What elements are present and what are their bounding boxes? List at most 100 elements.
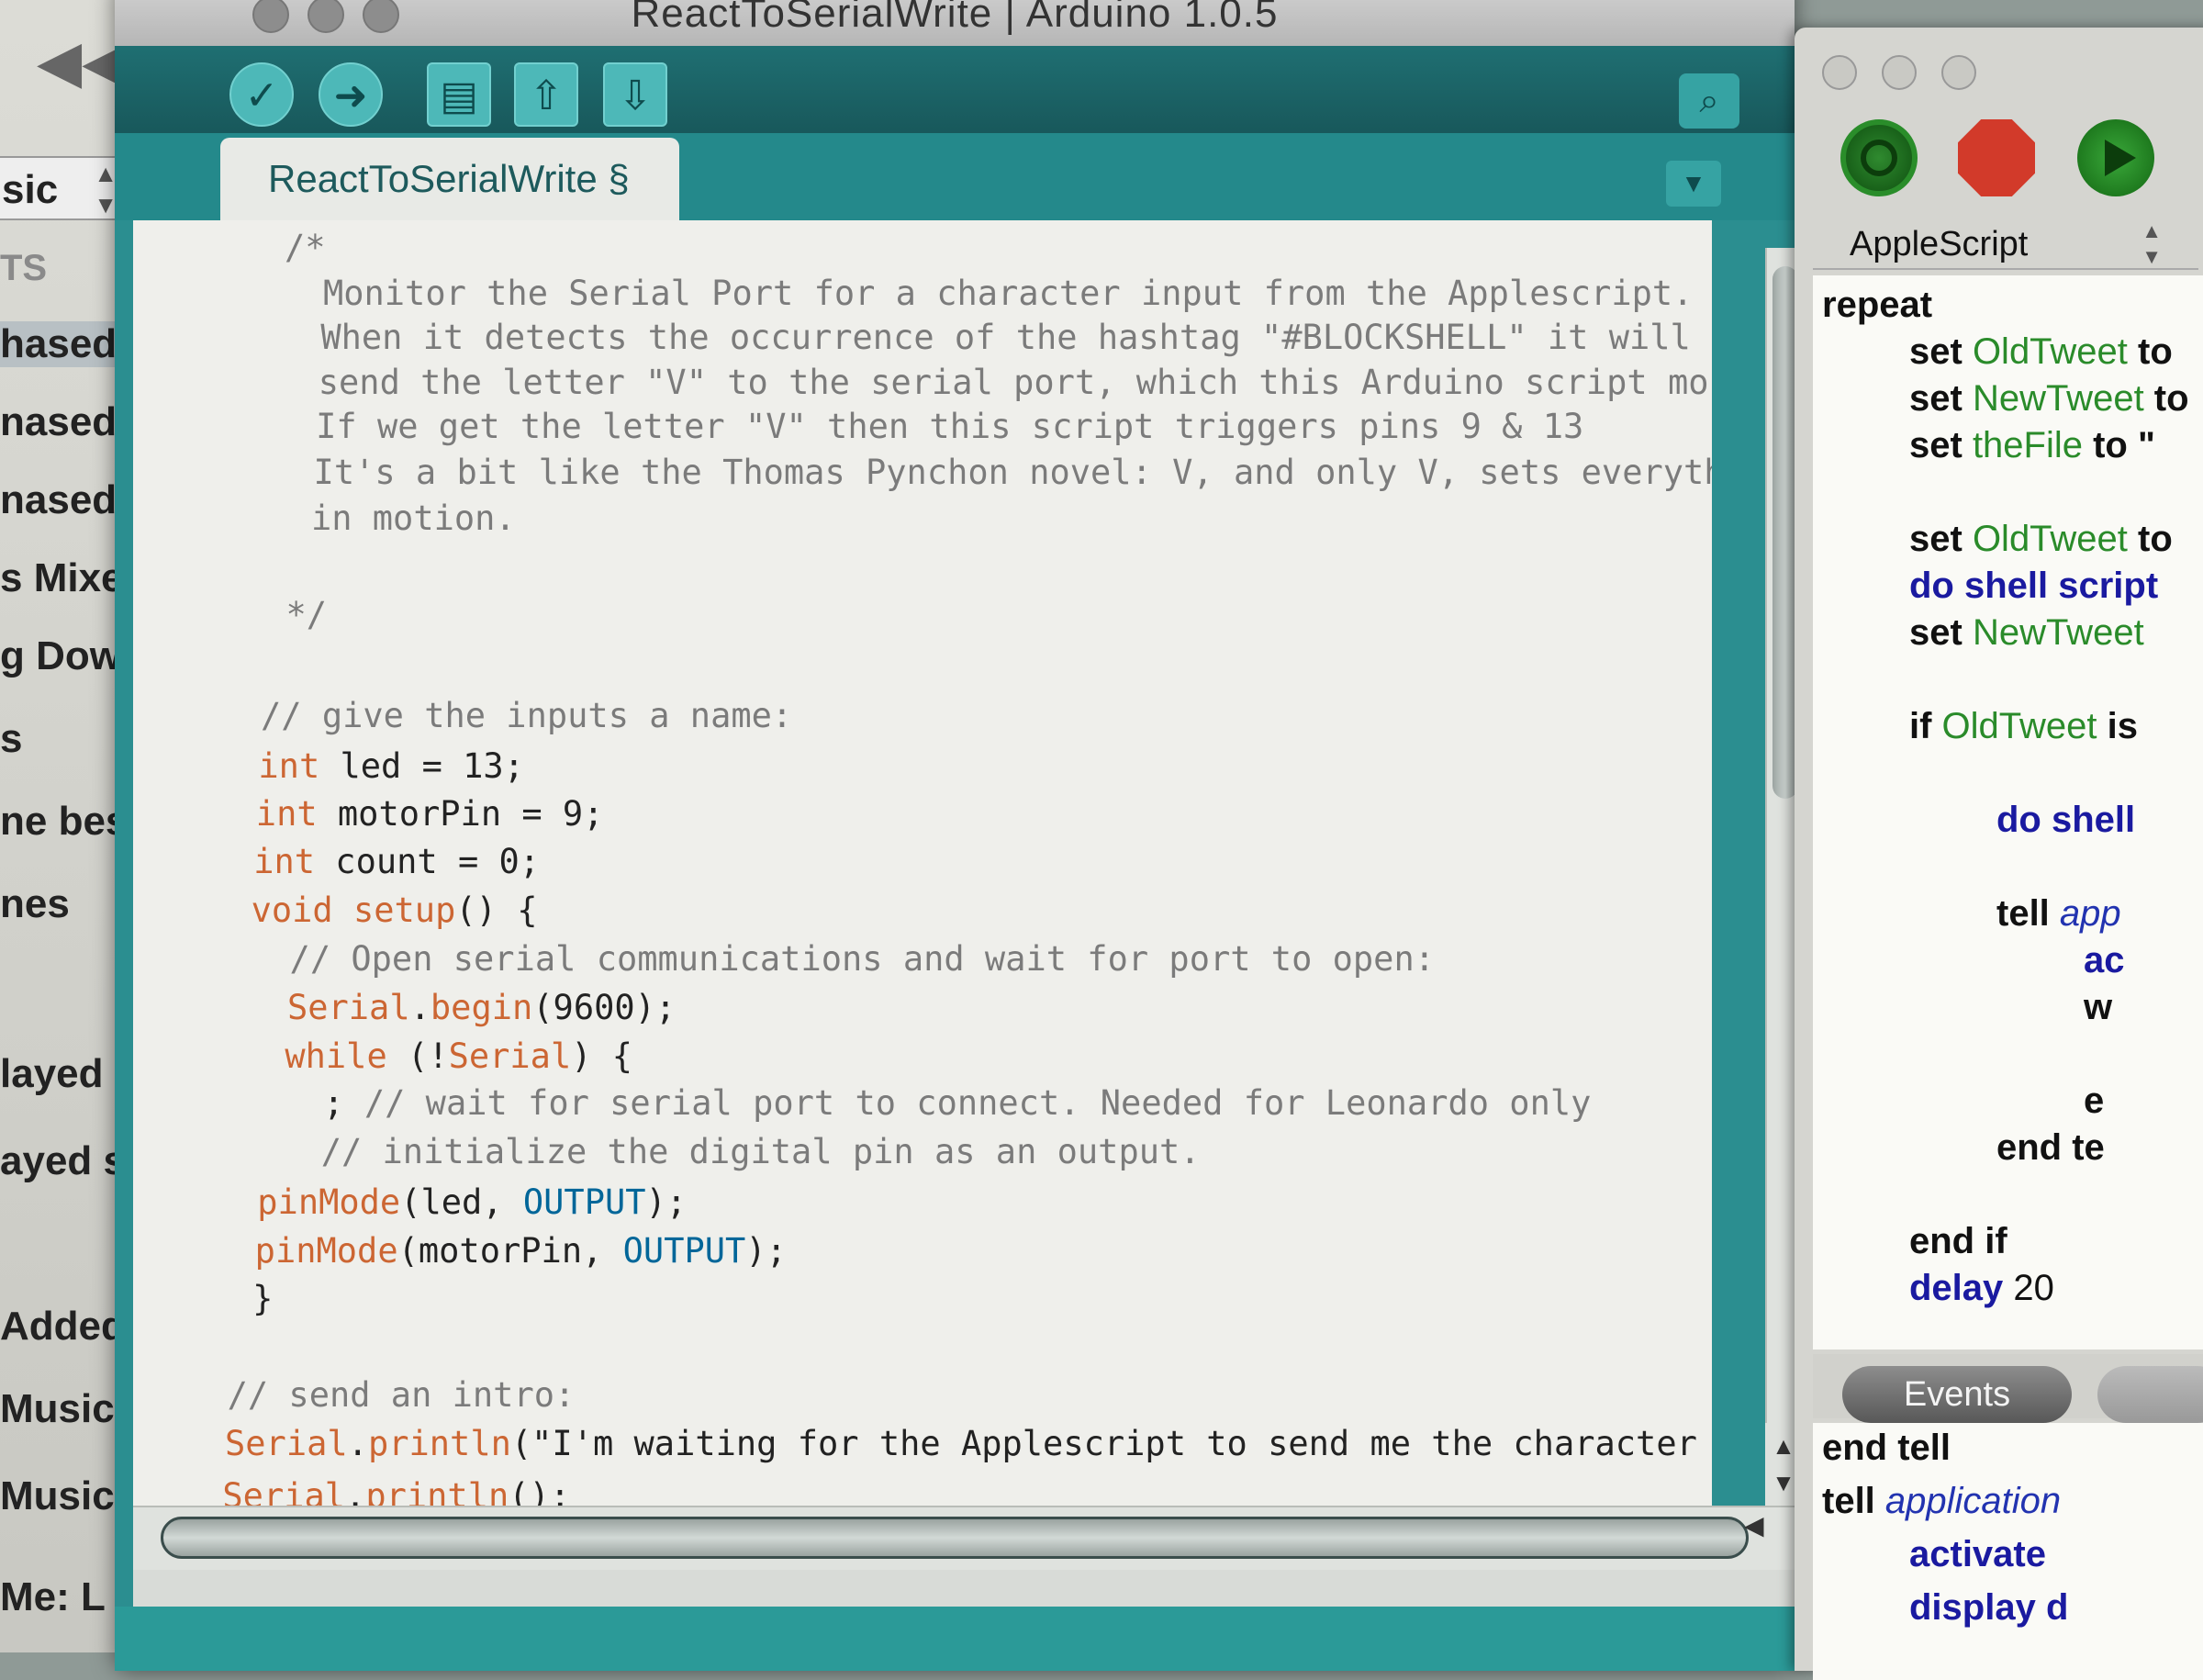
code-line: int count = 0; <box>253 839 540 885</box>
playlist-item[interactable]: Me: L <box>0 1574 106 1620</box>
sketch-tabbar: ReactToSerialWrite § ▼ <box>115 133 1795 220</box>
tab-react-to-serial-write[interactable]: ReactToSerialWrite § <box>220 138 679 220</box>
code-token: while <box>285 1036 387 1076</box>
script-token: set <box>1909 612 1973 653</box>
script-token: OldTweet <box>1941 706 2097 746</box>
code-line: // initialize the digital pin as an outp… <box>239 1132 1201 1171</box>
script-token: app <box>2059 893 2121 934</box>
script-line: do shell <box>1996 800 2135 841</box>
script-token: set <box>1909 378 1973 419</box>
code-token: OUTPUT <box>622 1231 746 1271</box>
tab-events[interactable]: Events <box>1842 1366 2072 1423</box>
script-line: delay 20 <box>1909 1268 2054 1309</box>
playlist-item[interactable]: Music <box>0 1473 115 1519</box>
code-token: println <box>365 1476 509 1506</box>
code-token: (); <box>509 1476 571 1506</box>
code-token: () { <box>455 890 538 930</box>
playlist-item[interactable]: Music <box>0 1386 115 1432</box>
playlist-item[interactable]: nes <box>0 881 70 927</box>
upload-button[interactable]: ➜ <box>319 62 383 127</box>
script-token: e <box>2084 1081 2105 1121</box>
code-token: led = 13; <box>319 746 524 786</box>
code-token: pinMode <box>254 1231 398 1271</box>
horizontal-scrollbar[interactable] <box>133 1506 1813 1572</box>
code-line: Serial.println(); <box>222 1473 570 1506</box>
script-token: set <box>1909 425 1973 465</box>
code-token: int <box>255 794 318 834</box>
script-line: activate <box>1909 1534 2046 1575</box>
script-line: display d <box>1909 1587 2068 1629</box>
code-token: ); <box>645 1182 688 1222</box>
run-button[interactable] <box>2077 119 2154 196</box>
code-line: If we get the letter "V" then this scrip… <box>274 407 1584 446</box>
verify-button[interactable]: ✓ <box>229 62 294 127</box>
script-line: set OldTweet to <box>1909 519 2173 560</box>
script-line: set NewTweet <box>1909 612 2144 654</box>
script-token: is <box>2097 706 2138 746</box>
console-splitter[interactable] <box>133 1570 1813 1607</box>
record-button[interactable] <box>1840 119 1918 196</box>
script-line: end te <box>1996 1127 2105 1169</box>
applescript-script-editor[interactable]: repeat set OldTweet to set NewTweet to set … <box>1813 275 2203 1350</box>
code-token: void <box>251 890 333 930</box>
script-token: set <box>1909 519 1973 559</box>
status-bar <box>115 1607 1795 1671</box>
code-token: . <box>409 988 431 1027</box>
script-line: end tell <box>1822 1428 1951 1469</box>
code-line: Serial.println("I'm waiting for the Appl… <box>225 1421 1712 1467</box>
playlist-item[interactable]: Added <box>0 1304 126 1350</box>
zoom-window-icon[interactable] <box>1941 55 1976 90</box>
script-token: end if <box>1909 1221 2007 1261</box>
code-token: // wait for serial port to connect. Need… <box>363 1083 1592 1123</box>
arduino-toolbar: ✓ ➜ ▤ ⇧ ⇩ ⌕ <box>115 46 1795 133</box>
script-line: end if <box>1909 1221 2007 1262</box>
tab-replies[interactable] <box>2097 1366 2203 1423</box>
script-token: 20 <box>2003 1268 2054 1308</box>
code-token: int <box>258 746 320 786</box>
script-token: OldTweet <box>1972 519 2128 559</box>
code-token: Serial <box>286 988 410 1027</box>
open-sketch-button[interactable]: ⇧ <box>514 62 578 127</box>
rewind-icon[interactable]: ◀◀ <box>37 28 127 96</box>
script-line: e <box>2084 1081 2104 1122</box>
script-token: repeat <box>1822 285 1933 325</box>
script-token: do shell <box>1996 800 2136 840</box>
code-token: println <box>367 1424 511 1463</box>
code-line: ; // wait for serial port to connect. Ne… <box>241 1081 1591 1126</box>
code-token: Serial <box>222 1476 346 1506</box>
code-line: void setup() { <box>252 888 538 934</box>
close-window-icon[interactable] <box>1822 55 1857 90</box>
arduino-titlebar[interactable]: ReactToSerialWrite | Arduino 1.0.5 <box>115 0 1795 46</box>
event-log: end tell tell application activate display … <box>1813 1423 2203 1680</box>
code-line: int led = 13; <box>258 744 524 790</box>
code-token: (9600); <box>532 988 677 1027</box>
tab-menu-icon[interactable]: ▼ <box>1666 161 1721 207</box>
code-token: . <box>345 1476 366 1506</box>
minimize-window-icon[interactable] <box>1882 55 1917 90</box>
code-editor[interactable]: /* Monitor the Serial Port for a charact… <box>133 220 1712 1506</box>
stop-button[interactable] <box>1958 119 2035 196</box>
horizontal-scroll-thumb[interactable] <box>161 1517 1749 1559</box>
script-line: w <box>2084 987 2112 1028</box>
code-token: setup <box>352 890 456 930</box>
code-line: // give the inputs a name: <box>261 696 793 735</box>
serial-monitor-button[interactable]: ⌕ <box>1679 73 1739 129</box>
language-select[interactable]: AppleScript ▲ ▼ <box>1813 218 2198 270</box>
script-line: set theFile to " <box>1909 425 2155 466</box>
scroll-left-arrow-icon[interactable]: ◀ <box>1744 1510 1764 1540</box>
library-popup-label: sic <box>2 167 59 212</box>
script-line: do shell script <box>1909 566 2158 607</box>
save-sketch-button[interactable]: ⇩ <box>603 62 667 127</box>
new-sketch-button[interactable]: ▤ <box>427 62 491 127</box>
code-line: while (!Serial) { <box>244 1034 632 1080</box>
code-token: (motorPin, <box>397 1231 623 1271</box>
window-title: ReactToSerialWrite | Arduino 1.0.5 <box>631 0 1279 36</box>
playlist-item[interactable]: s <box>0 716 22 762</box>
code-line: send the letter "V" to the serial port, … <box>277 363 1712 402</box>
script-token: to <box>2127 519 2173 559</box>
script-token: w <box>2084 987 2113 1027</box>
